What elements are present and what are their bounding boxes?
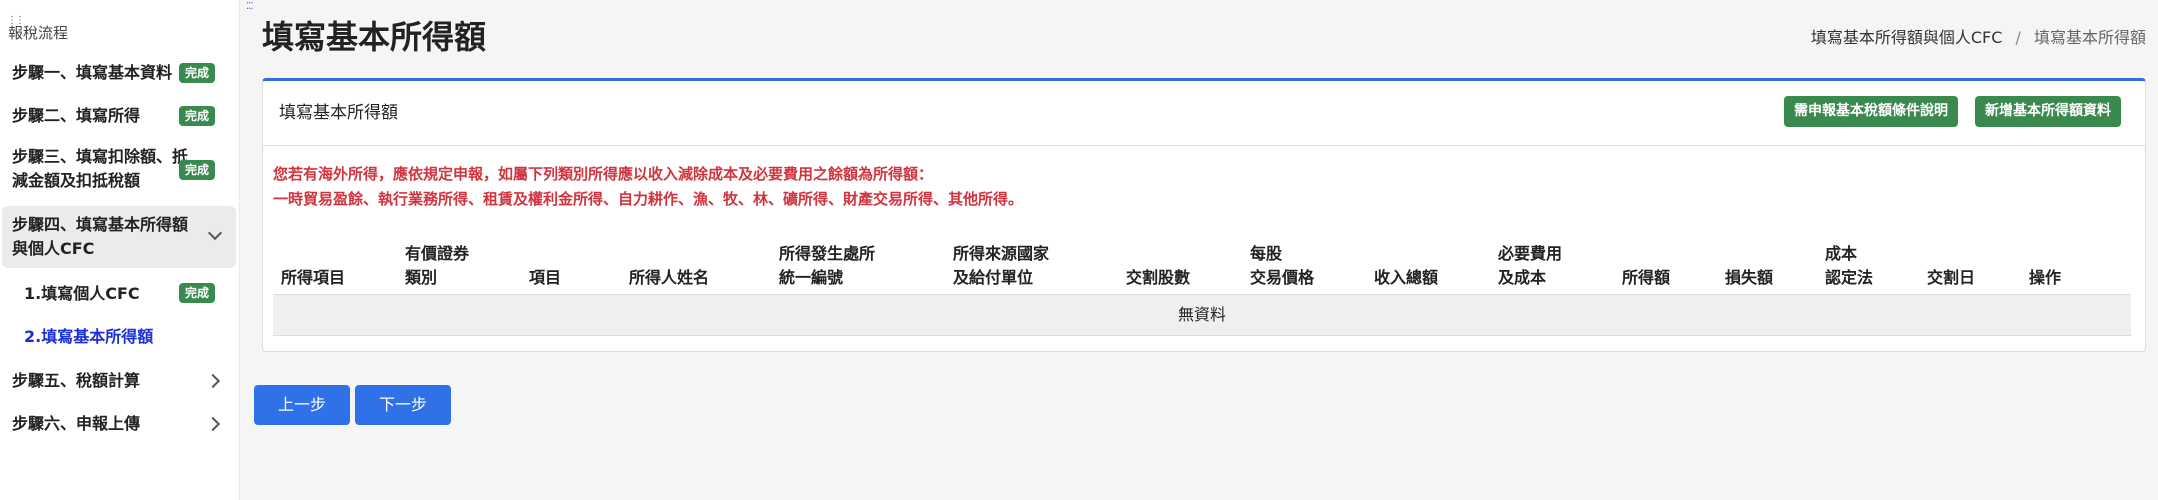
page-title: 填寫基本所得額 [262,18,487,56]
sidebar-item-step4[interactable]: 步驟四、填寫基本所得額 與個人CFC [2,206,236,268]
warning-text-line1: 您若有海外所得，應依規定申報，如屬下列類別所得應以收入減除成本及必要費用之餘額為… [273,165,934,183]
col-header-shares: 交割股數 [1126,268,1191,287]
card-header: 填寫基本所得額 需申報基本稅額條件說明 新增基本所得額資料 [263,81,2145,146]
chevron-right-icon [205,373,221,389]
grip-icon: ⁚⁚⁚ [246,1,254,12]
col-header-income-item: 所得項目 [281,268,346,287]
breadcrumb-separator: / [2015,28,2021,47]
sidebar-item-step6[interactable]: 步驟六、申報上傳 [0,409,234,439]
page-footer-area [240,440,2158,500]
col-header-cost-method: 成本 認定法 [1825,244,1874,287]
sidebar-item-step1[interactable]: 步驟一、填寫基本資料 完成 [0,58,234,88]
sidebar-item-label-line2: 與個人CFC [12,239,95,258]
prev-step-button[interactable]: 上一步 [254,385,351,425]
table-header: 所得項目 有價證券 類別 項目 所得人姓名 所得發生處所 統一編號 所得來源國家 及給… [273,242,2131,292]
sidebar-item-label: 步驟六、申報上傳 [12,414,141,433]
sidebar-item-step3[interactable]: 步驟三、填寫扣除額、抵 減金額及扣抵稅額 完成 [0,144,234,196]
warning-text-line2: 一時貿易盈餘、執行業務所得、租賃及權利金所得、自力耕作、漁、牧、林、礦所得、財產… [273,190,1024,208]
add-basic-income-button[interactable]: 新增基本所得額資料 [1975,96,2121,127]
sidebar-subitem-basic-income[interactable]: 2.填寫基本所得額 [24,323,153,347]
sidebar-subitem-label: 1.填寫個人CFC [24,284,140,303]
sidebar-item-label: 步驟五、稅額計算 [12,371,141,390]
breadcrumb: 填寫基本所得額與個人CFC / 填寫基本所得額 [1811,24,2146,48]
chevron-down-icon [207,225,223,241]
sidebar-subitem-cfc[interactable]: 1.填寫個人CFC 完成 [24,280,234,306]
status-badge: 完成 [179,283,216,303]
col-header-actions: 操作 [2029,268,2062,287]
col-header-settlement-date: 交割日 [1927,268,1976,287]
sidebar-item-label-line1: 步驟三、填寫扣除額、抵 [12,147,189,166]
col-header-payee-name: 所得人姓名 [629,268,710,287]
sidebar-item-step2[interactable]: 步驟二、填寫所得 完成 [0,101,234,131]
col-header-securities-type: 有價證券 類別 [405,244,470,287]
tax-condition-explain-button[interactable]: 需申報基本稅額條件說明 [1784,96,1958,127]
sidebar-item-label: 步驟一、填寫基本資料 [12,63,173,82]
table-empty-row: 無資料 [273,294,2131,336]
sidebar-header: 報稅流程 [8,24,69,42]
next-step-button[interactable]: 下一步 [355,385,452,425]
col-header-gross-income: 收入總額 [1374,268,1439,287]
sidebar-item-label-line2: 減金額及扣抵稅額 [12,171,141,190]
status-badge: 完成 [179,63,216,83]
breadcrumb-current: 填寫基本所得額 [2033,28,2146,47]
chevron-right-icon [205,416,221,432]
sidebar-item-step5[interactable]: 步驟五、稅額計算 [0,366,234,396]
sidebar-item-label: 步驟二、填寫所得 [12,106,141,125]
col-header-price-per-share: 每股 交易價格 [1250,244,1315,287]
sidebar-item-label-line1: 步驟四、填寫基本所得額 [12,215,189,234]
col-header-item: 項目 [529,268,562,287]
card-title: 填寫基本所得額 [279,103,398,123]
col-header-payer-id: 所得發生處所 統一編號 [779,244,876,287]
status-badge: 完成 [179,106,216,126]
sidebar: ⋮⋮ 報稅流程 步驟一、填寫基本資料 完成 步驟二、填寫所得 完成 步驟三、填寫… [0,0,240,500]
status-badge: 完成 [179,160,216,180]
col-header-loss-amount: 損失額 [1725,268,1774,287]
breadcrumb-parent-link[interactable]: 填寫基本所得額與個人CFC [1811,28,2003,47]
col-header-source-country: 所得來源國家 及給付單位 [953,244,1050,287]
col-header-income-amount: 所得額 [1622,268,1671,287]
col-header-expenses-cost: 必要費用 及成本 [1498,244,1563,287]
basic-income-card: 填寫基本所得額 需申報基本稅額條件說明 新增基本所得額資料 您若有海外所得，應依… [262,78,2146,352]
